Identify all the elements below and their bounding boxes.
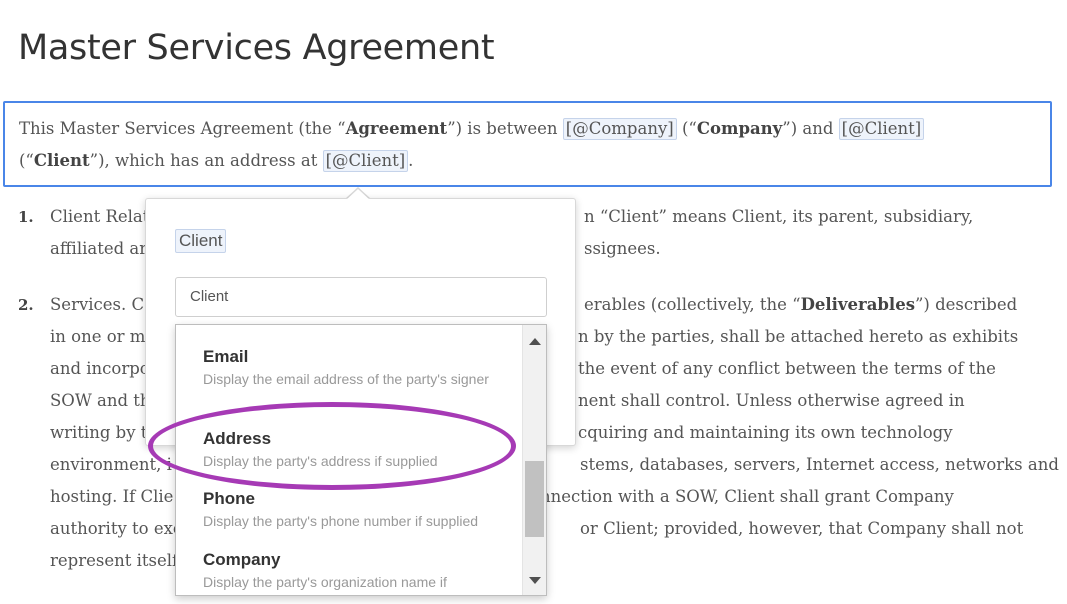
scroll-down-arrow-icon[interactable] [529, 577, 541, 584]
clause-line-b: nnection with a SOW, Client shall grant … [540, 487, 954, 506]
dropdown-option-phone[interactable]: Phone Display the party's phone number i… [203, 489, 503, 532]
field-type-dropdown-list[interactable]: Email Display the email address of the p… [175, 324, 547, 596]
popover-token-label: Client [175, 229, 227, 253]
dropdown-option-email[interactable]: Email Display the email address of the p… [203, 347, 503, 390]
page-title: Master Services Agreement [18, 28, 495, 68]
intro-line-1: This Master Services Agreement (the “Agr… [19, 118, 925, 140]
clause-line-b: the event of any conflict between the te… [578, 359, 996, 378]
clause-number: 2. [18, 296, 34, 314]
intro-paragraph-block[interactable]: This Master Services Agreement (the “Agr… [3, 101, 1052, 187]
clause-line-a: SOW and th [50, 391, 151, 410]
clause-line-a: affiliated ar [50, 239, 148, 258]
scroll-up-arrow-icon[interactable] [529, 338, 541, 345]
popover-arrow-fill [346, 189, 370, 200]
client-token[interactable]: [@Client] [838, 118, 925, 140]
clause-line-b: n “Client” means Client, its parent, sub… [584, 207, 974, 226]
clause-line-a: authority to exe [50, 519, 183, 538]
option-label: Phone [203, 489, 255, 508]
clause-line-a: Client Relat [50, 207, 150, 226]
option-label: Email [203, 347, 249, 366]
clause-line-a: represent itself [50, 551, 179, 570]
option-label: Address [203, 429, 272, 448]
dropdown-option-company[interactable]: Company Display the party's organization… [203, 550, 503, 593]
scrollbar-thumb[interactable] [525, 461, 544, 537]
intro-line-2: (“Client”), which has an address at [@Cl… [19, 150, 414, 172]
clause-line-b: or Client; provided, however, that Compa… [580, 519, 1024, 538]
company-token[interactable]: [@Company] [562, 118, 677, 140]
option-description: Display the email address of the party's… [203, 371, 489, 387]
clause-line-a: writing by t [50, 423, 148, 442]
clause-line-a: in one or m [50, 327, 146, 346]
client-address-token[interactable]: [@Client] [322, 150, 409, 172]
clause-line-a: Services. Co [50, 295, 155, 314]
clause-line-a: and incorpo [50, 359, 150, 378]
clause-number: 1. [18, 208, 34, 226]
clause-line-b: n by the parties, shall be attached here… [578, 327, 1019, 346]
clause-line-a: environment, i [50, 455, 172, 474]
clause-line-a: hosting. If Clie [50, 487, 174, 506]
clause-line-b: ssignees. [584, 239, 661, 258]
option-label: Company [203, 550, 281, 569]
option-description: Display the party's address if supplied [203, 453, 438, 469]
clause-line-b: stems, databases, servers, Internet acce… [580, 455, 1059, 474]
clause-line-b: cquiring and maintaining its own technol… [578, 423, 953, 442]
dropdown-option-address[interactable]: Address Display the party's address if s… [203, 429, 503, 472]
party-name-input[interactable]: Client [175, 277, 547, 317]
option-description: Display the party's organization name if [203, 574, 447, 590]
clause-line-b: nent shall control. Unless otherwise agr… [578, 391, 965, 410]
option-description: Display the party's phone number if supp… [203, 513, 479, 529]
dropdown-scrollbar[interactable] [522, 325, 546, 595]
clause-line-b: erables (collectively, the “Deliverables… [584, 295, 1018, 314]
